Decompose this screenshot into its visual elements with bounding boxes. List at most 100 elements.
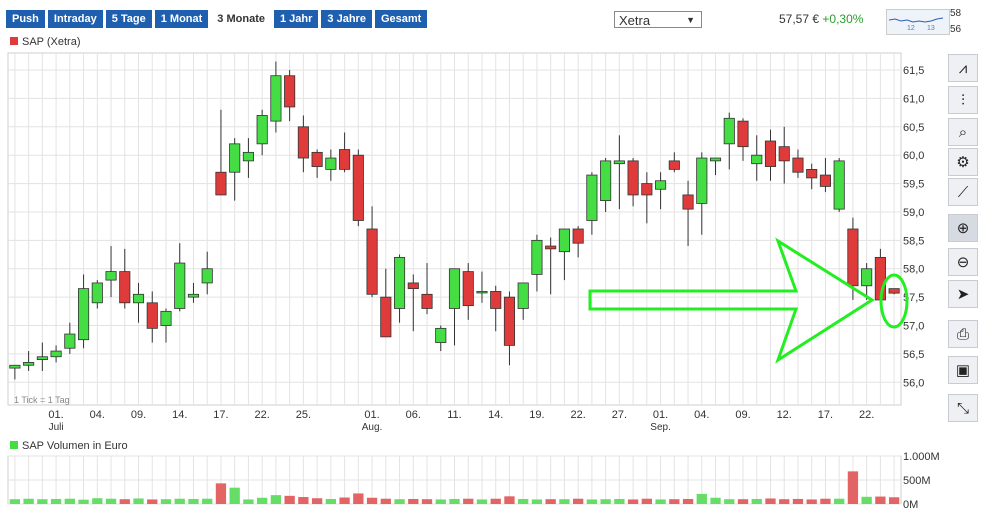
volume-bar: [696, 493, 707, 504]
cursor-icon: ➤: [956, 286, 970, 303]
volume-bar: [737, 499, 749, 504]
x-tick-label: 27.: [612, 409, 627, 421]
volume-bar: [174, 498, 185, 504]
volume-bar: [92, 498, 103, 504]
volume-bar: [298, 497, 309, 504]
price-tick-label: 60,0: [903, 150, 924, 162]
volume-bar: [463, 498, 474, 504]
candle-body: [572, 228, 584, 244]
candle: [888, 288, 900, 295]
candle-body: [187, 293, 200, 298]
candle-body: [476, 291, 488, 294]
volume-legend-label: SAP Volumen in Euro: [22, 440, 128, 452]
volume-bar: [284, 495, 295, 504]
volume-bar: [408, 498, 419, 504]
x-tick-label: 17.: [213, 409, 228, 421]
x-tick-label: 01.: [364, 409, 379, 421]
x-tick-label: 22.: [859, 409, 874, 421]
volume-bar: [339, 497, 350, 504]
candle-body: [215, 171, 227, 196]
x-tick-label: 04.: [90, 409, 105, 421]
candle-body: [256, 115, 268, 145]
candle-body: [668, 160, 680, 170]
zoom-out-button[interactable]: ⊖: [948, 248, 978, 276]
candle-body: [78, 288, 90, 341]
volume-bar: [105, 498, 117, 504]
zoom-out-icon: ⊖: [956, 254, 970, 271]
volume-bar: [806, 499, 817, 504]
ohlc-chart-button[interactable]: ⫶: [948, 86, 978, 114]
volume-bar: [586, 499, 598, 504]
save-button[interactable]: ▣: [948, 356, 978, 384]
candle-body: [682, 194, 694, 210]
candle-body: [380, 296, 392, 338]
volume-bar: [23, 498, 34, 504]
candle-body: [806, 168, 818, 179]
draw-line-button[interactable]: ⟋: [948, 178, 978, 206]
candle-body: [366, 228, 378, 295]
x-tick-label: 06.: [406, 409, 421, 421]
candle-body: [696, 157, 708, 204]
candle-body: [339, 149, 351, 170]
volume-bar: [37, 499, 48, 504]
volume-bar: [160, 499, 172, 504]
chart-area: 56,056,557,057,558,058,559,059,560,060,5…: [7, 36, 940, 510]
indicator-search-button[interactable]: ⌕: [948, 118, 978, 146]
cursor-button[interactable]: ➤: [948, 280, 978, 308]
volume-bar: [188, 498, 199, 504]
volume-bar: [600, 499, 611, 504]
price-tick-label: 59,0: [903, 207, 924, 219]
candle-body: [641, 183, 653, 196]
volume-bar: [311, 498, 323, 504]
volume-bar: [9, 499, 21, 504]
volume-tick-label: 0M: [903, 499, 918, 510]
candle-body: [531, 239, 543, 275]
line-chart-button[interactable]: ⩘: [948, 54, 978, 82]
candle-body: [284, 75, 296, 108]
settings-button[interactable]: ⚙: [948, 148, 978, 176]
candle-body: [9, 364, 21, 369]
candle-body: [819, 174, 831, 187]
collapse-icon: ⤡: [956, 399, 969, 417]
zoom-in-button[interactable]: ⊕: [948, 214, 978, 242]
tick-note: 1 Tick = 1 Tag: [14, 395, 70, 405]
volume-bar: [64, 498, 75, 504]
volume-bar: [270, 495, 282, 504]
x-tick-label: 19.: [529, 409, 544, 421]
volume-legend-swatch: [10, 441, 18, 449]
volume-bar: [847, 471, 859, 504]
sparkline-high-label: 58: [950, 8, 962, 19]
volume-bar: [133, 498, 144, 504]
price-tick-label: 56,5: [903, 349, 924, 361]
line-chart-icon: ⩘: [958, 59, 968, 77]
collapse-button[interactable]: ⤡: [948, 394, 978, 422]
volume-tick-label: 1.000M: [903, 451, 940, 463]
volume-bar: [792, 498, 804, 504]
candle-body: [737, 120, 749, 148]
candle-body: [435, 327, 447, 343]
candle-body: [352, 154, 364, 221]
print-button[interactable]: ⎙: [948, 320, 978, 348]
candle-body: [490, 291, 502, 309]
candle-body: [421, 293, 433, 309]
draw-line-icon: ⟋: [957, 183, 969, 201]
candle-body: [751, 154, 763, 165]
price-tick-label: 61,0: [903, 93, 924, 105]
volume-bar: [476, 499, 488, 504]
volume-bar: [78, 499, 89, 504]
candle-body: [270, 75, 282, 122]
x-tick-label: 11.: [447, 409, 461, 421]
candle-body: [833, 160, 845, 210]
volume-bar: [147, 499, 158, 504]
candle-body: [792, 157, 804, 173]
volume-bar: [119, 499, 130, 504]
candle: [833, 158, 845, 212]
candle-body: [64, 333, 76, 349]
volume-bar: [490, 498, 501, 504]
volume-bar: [545, 499, 556, 504]
x-tick-label: 25.: [296, 409, 311, 421]
candle-body: [545, 245, 557, 250]
price-tick-label: 58,0: [903, 264, 924, 276]
volume-bar: [682, 498, 694, 504]
save-icon: ▣: [955, 362, 971, 379]
